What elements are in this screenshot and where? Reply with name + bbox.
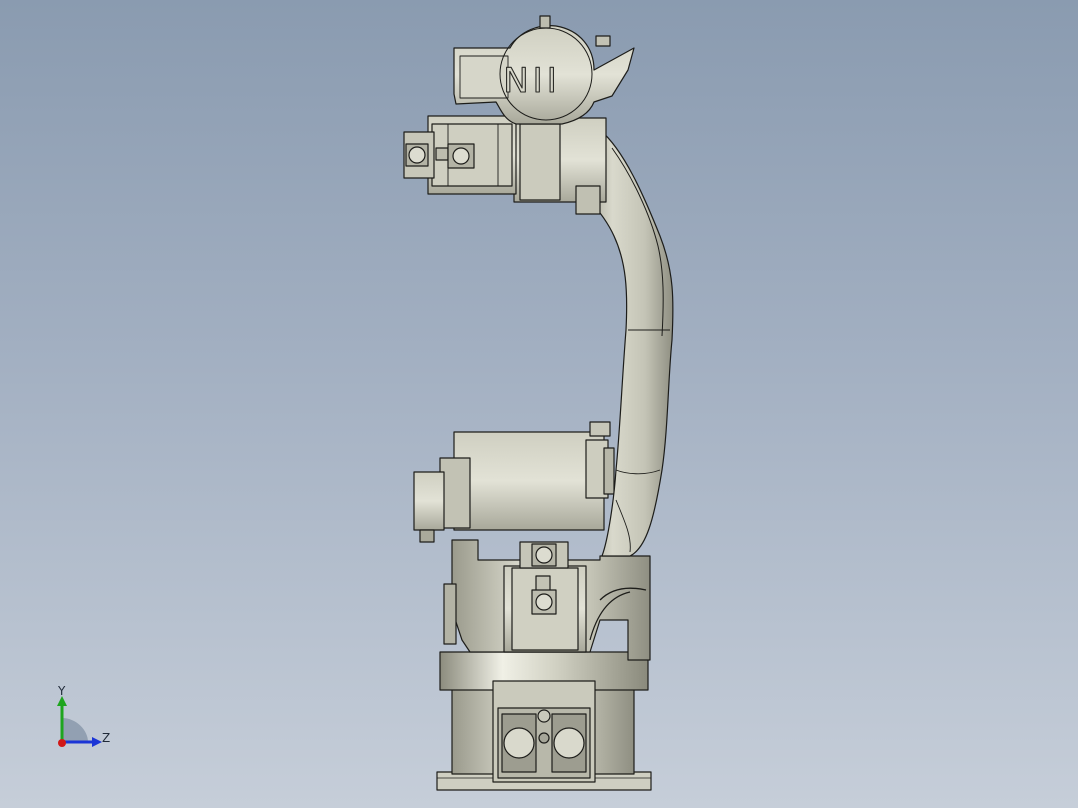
- triad-shadow: [62, 718, 88, 742]
- triad-z-label: Z: [102, 731, 111, 745]
- shoulder-drum: [453, 431, 605, 531]
- triad-y-label: Y: [58, 684, 66, 698]
- triad-x-axis: [58, 739, 66, 747]
- graphics-viewport[interactable]: NII Y Z: [0, 0, 1078, 808]
- base-fitting-bottom: [538, 732, 550, 744]
- base-fitting-top: [537, 709, 551, 723]
- orientation-triad[interactable]: Y Z: [48, 684, 128, 754]
- robot-arm-model[interactable]: NII: [0, 0, 1078, 808]
- emblem-text: NII: [503, 61, 561, 101]
- shoulder-motor-cap: [413, 471, 445, 531]
